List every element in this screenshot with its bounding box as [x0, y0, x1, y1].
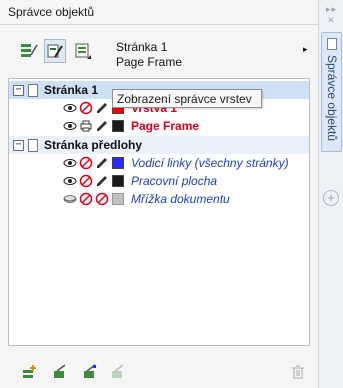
current-page-name: Stránka 1 — [116, 40, 168, 54]
delete-button[interactable] — [288, 362, 308, 382]
layer-icons — [63, 174, 124, 188]
trash-icon — [292, 365, 304, 379]
add-docker-button[interactable]: + — [323, 190, 339, 206]
new-layer-icon — [23, 365, 36, 378]
new-master-layer-icon — [54, 364, 66, 378]
layer-icons — [63, 119, 124, 133]
object-properties-icon — [21, 44, 38, 57]
new-master-layer-all-pages-button[interactable] — [80, 362, 100, 382]
panel-title: Správce objektů — [8, 5, 95, 19]
print-disabled-icon[interactable] — [79, 101, 93, 115]
layer-label: Mřížka dokumentu — [131, 192, 230, 206]
object-manager-tab[interactable]: Správce objektů — [321, 32, 342, 152]
collapse-toggle[interactable]: − — [13, 139, 24, 151]
tooltip: Zobrazení správce vrstev — [112, 89, 262, 108]
new-master-layer-odd-button[interactable] — [108, 362, 128, 382]
divider — [0, 24, 318, 25]
layer-color-swatch[interactable] — [112, 120, 124, 132]
layer-manager-icon — [75, 43, 91, 59]
layer-label: Vodicí linky (všechny stránky) — [131, 156, 289, 170]
new-layer-button[interactable] — [20, 362, 40, 382]
layer-icons — [63, 192, 124, 206]
group-label: Stránka 1 — [44, 83, 99, 97]
layer-row[interactable]: Mřížka dokumentu — [9, 190, 309, 208]
layer-color-swatch[interactable] — [112, 193, 124, 205]
layer-row[interactable]: Pracovní plocha — [9, 172, 309, 190]
current-layer-name: Page Frame — [116, 55, 183, 69]
object-manager-panel: Správce objektů Stránka 1 Page Frame ▸ −… — [0, 0, 319, 388]
page-icon — [28, 83, 38, 97]
docker-controls[interactable]: ▸▸ ✕ — [320, 4, 343, 26]
new-master-layer-button[interactable] — [50, 362, 70, 382]
edit-across-layers-button[interactable] — [44, 39, 66, 63]
printer-icon[interactable] — [79, 119, 93, 133]
pencil-icon[interactable] — [95, 101, 109, 115]
panel-toolbar: Stránka 1 Page Frame ▸ — [0, 34, 318, 76]
panel-bottom-toolbar — [0, 356, 318, 388]
pencil-icon[interactable] — [95, 174, 109, 188]
edit-layers-icon — [47, 44, 63, 58]
page-icon — [28, 138, 38, 152]
layer-icons — [63, 156, 124, 170]
layer-label: Page Frame — [131, 119, 200, 133]
print-disabled-icon[interactable] — [79, 156, 93, 170]
group-label: Stránka předlohy — [44, 138, 143, 152]
new-master-layer-disabled-icon — [112, 364, 124, 378]
edit-disabled-icon[interactable] — [95, 192, 109, 206]
layer-color-swatch[interactable] — [112, 157, 124, 169]
eye-icon[interactable] — [63, 156, 77, 170]
layer-row[interactable]: Page Frame — [9, 117, 309, 135]
eye-hidden-icon[interactable] — [63, 192, 77, 206]
page-menu-arrow[interactable]: ▸ — [303, 44, 308, 55]
tree-group-master-page[interactable]: − Stránka předlohy — [9, 136, 309, 154]
pencil-icon[interactable] — [95, 156, 109, 170]
collapse-toggle[interactable]: − — [13, 84, 24, 96]
object-tree: − Stránka 1 Vrstva 1 Page Frame − Stránk… — [8, 78, 310, 346]
print-disabled-icon[interactable] — [79, 174, 93, 188]
layer-color-swatch[interactable] — [112, 175, 124, 187]
layer-manager-view-button[interactable] — [72, 39, 94, 63]
new-master-layer-all-icon — [84, 364, 96, 378]
eye-icon[interactable] — [63, 101, 77, 115]
layer-row[interactable]: Vodicí linky (všechny stránky) — [9, 154, 309, 172]
current-page-info: Stránka 1 Page Frame — [116, 40, 182, 70]
eye-icon[interactable] — [63, 174, 77, 188]
docker-side-strip: ▸▸ ✕ Správce objektů + — [320, 0, 343, 388]
panel-titlebar: Správce objektů — [0, 0, 318, 24]
object-manager-tab-label: Správce objektů — [325, 55, 339, 142]
object-manager-tab-icon — [327, 38, 337, 50]
show-object-properties-button[interactable] — [18, 39, 40, 63]
eye-icon[interactable] — [63, 119, 77, 133]
print-disabled-icon[interactable] — [79, 192, 93, 206]
layer-label: Pracovní plocha — [131, 174, 218, 188]
pencil-icon[interactable] — [95, 119, 109, 133]
